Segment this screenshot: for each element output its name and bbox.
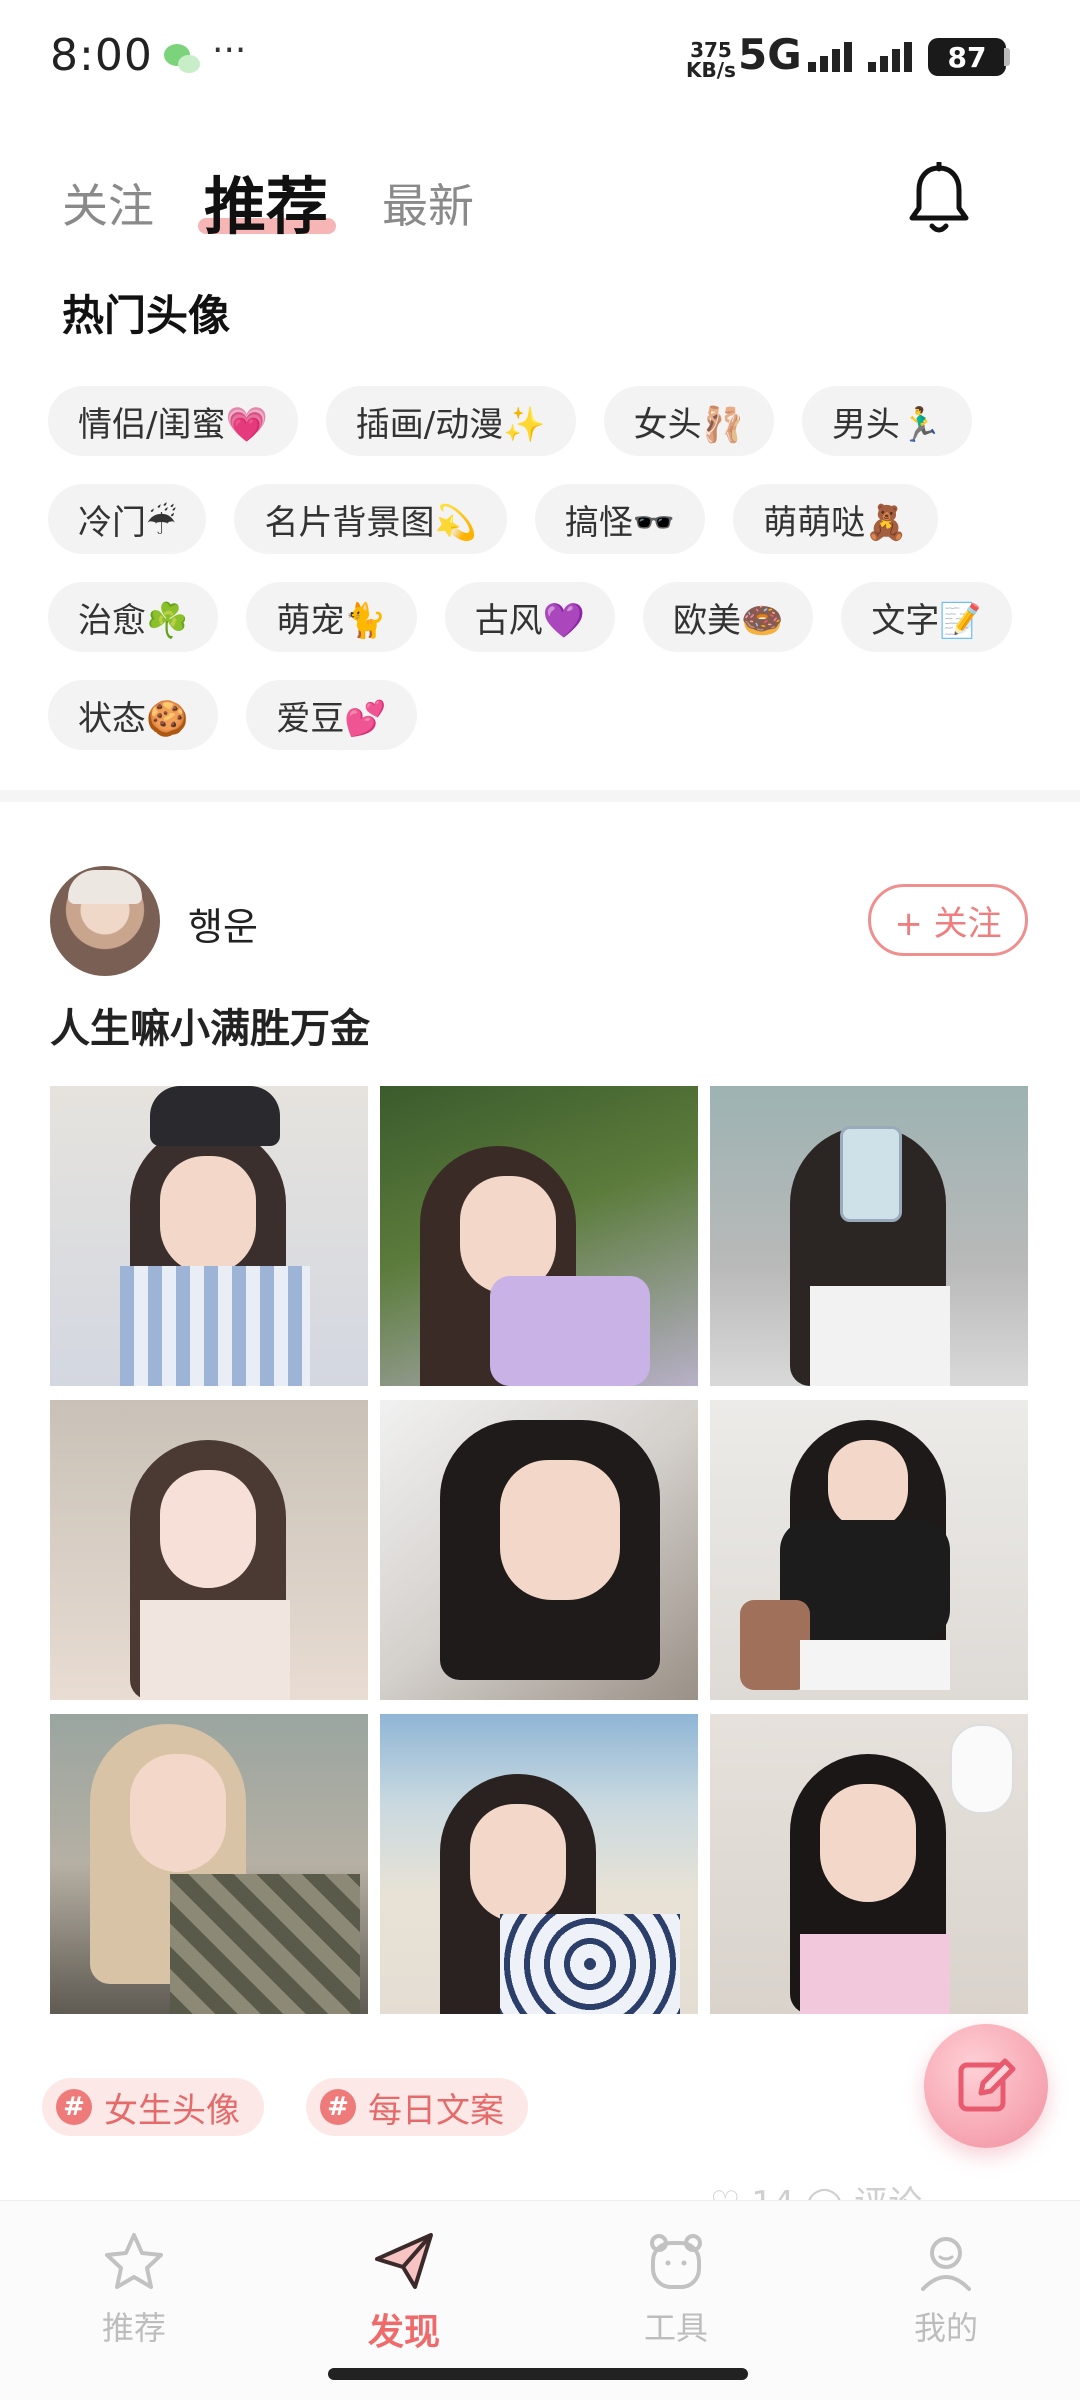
- post-photo[interactable]: [710, 1714, 1028, 2014]
- chip-card-background[interactable]: 名片背景图💫: [234, 484, 507, 554]
- chip-row: 状态🍪 爱豆💕: [48, 680, 1048, 750]
- edit-icon: [958, 2058, 1016, 2112]
- chip-male[interactable]: 男头🏃‍♂️: [801, 386, 973, 456]
- nav-discover[interactable]: 发现: [334, 2229, 474, 2355]
- chip-western[interactable]: 欧美🍩: [643, 582, 814, 652]
- post-photo[interactable]: [50, 1714, 368, 2014]
- hashtag-label: 女生头像: [104, 2090, 240, 2131]
- nav-recommend[interactable]: 推荐: [64, 2229, 204, 2349]
- section-title-hot-avatars: 热门头像: [62, 291, 231, 340]
- tab-recommend[interactable]: 推荐: [204, 156, 328, 246]
- hashtag-icon: #: [320, 2089, 356, 2125]
- post-caption: 人生嘛小满胜万金: [50, 1006, 370, 1052]
- more-notifications-icon: ···: [212, 30, 247, 71]
- post-photo[interactable]: [380, 1714, 698, 2014]
- nav-label: 推荐: [101, 2309, 166, 2347]
- section-divider: [0, 790, 1080, 802]
- chip-idol[interactable]: 爱豆💕: [246, 680, 417, 750]
- post-photo[interactable]: [50, 1400, 368, 1700]
- chip-pets[interactable]: 萌宠🐈: [246, 582, 417, 652]
- chip-funny[interactable]: 搞怪🕶️: [534, 484, 706, 554]
- avatar-hat: [68, 870, 142, 904]
- hashtag-icon: #: [56, 2089, 92, 2125]
- post-photo[interactable]: [710, 1400, 1028, 1700]
- post-photo[interactable]: [380, 1086, 698, 1386]
- chip-status[interactable]: 状态🍪: [48, 680, 219, 750]
- chip-healing[interactable]: 治愈☘️: [48, 582, 219, 652]
- chip-niche[interactable]: 冷门☔: [48, 484, 207, 554]
- chip-ancient-style[interactable]: 古风💜: [444, 582, 616, 652]
- chip-text[interactable]: 文字📝: [841, 582, 1012, 652]
- avatar[interactable]: [50, 866, 160, 976]
- chip-female[interactable]: 女头🩰: [603, 386, 774, 456]
- bear-icon: [650, 2234, 702, 2289]
- home-indicator[interactable]: [328, 2368, 748, 2380]
- hashtag-daily-copy[interactable]: # 每日文案: [306, 2078, 528, 2136]
- nav-label: 我的: [913, 2309, 978, 2347]
- hashtag-label: 每日文案: [368, 2090, 504, 2131]
- star-icon: [105, 2233, 163, 2289]
- hashtag-girl-avatar[interactable]: # 女生头像: [42, 2078, 264, 2136]
- chip-illustration[interactable]: 插画/动漫✨: [325, 386, 576, 456]
- top-tabs: 关注 推荐 最新: [0, 150, 1080, 250]
- post-photo[interactable]: [380, 1400, 698, 1700]
- tab-follow[interactable]: 关注: [62, 170, 154, 236]
- nav-mine[interactable]: 我的: [876, 2229, 1016, 2349]
- chip-row: 情侣/闺蜜💗 插画/动漫✨ 女头🩰 男头🏃‍♂️: [48, 386, 1048, 456]
- wechat-icon: [164, 44, 200, 73]
- category-chips: 情侣/闺蜜💗 插画/动漫✨ 女头🩰 男头🏃‍♂️ 冷门☔ 名片背景图💫 搞怪🕶️…: [48, 386, 1048, 778]
- person-icon: [921, 2237, 971, 2291]
- network-speed: 375 KB/s: [686, 38, 736, 82]
- tab-latest[interactable]: 最新: [382, 170, 474, 236]
- chip-couple[interactable]: 情侣/闺蜜💗: [48, 386, 298, 456]
- compose-button[interactable]: [924, 2024, 1048, 2148]
- battery-cap: [1004, 48, 1010, 66]
- network-type: 5G: [738, 30, 802, 79]
- status-bar: 8:00 ··· 375 KB/s 5G 87: [0, 0, 1080, 120]
- chip-row: 冷门☔ 名片背景图💫 搞怪🕶️ 萌萌哒🧸: [48, 484, 1048, 554]
- status-time: 8:00: [50, 30, 153, 81]
- bell-icon[interactable]: [906, 162, 972, 236]
- post-photo[interactable]: [50, 1086, 368, 1386]
- signal-icon: [808, 42, 852, 72]
- post-username[interactable]: 행운: [188, 896, 258, 951]
- chip-cute[interactable]: 萌萌哒🧸: [733, 484, 938, 554]
- nav-label: 工具: [643, 2309, 708, 2347]
- battery-indicator: 87: [928, 38, 1006, 76]
- nav-label: 发现: [367, 2312, 440, 2353]
- nav-tools[interactable]: 工具: [606, 2229, 746, 2349]
- paper-plane-icon: [375, 2233, 433, 2289]
- chip-row: 治愈☘️ 萌宠🐈 古风💜 欧美🍩 文字📝: [48, 582, 1048, 652]
- post-photo[interactable]: [710, 1086, 1028, 1386]
- follow-button[interactable]: + 关注: [868, 884, 1028, 956]
- signal-icon: [868, 42, 912, 72]
- hashtags: # 女生头像 # 每日文案: [42, 2078, 570, 2136]
